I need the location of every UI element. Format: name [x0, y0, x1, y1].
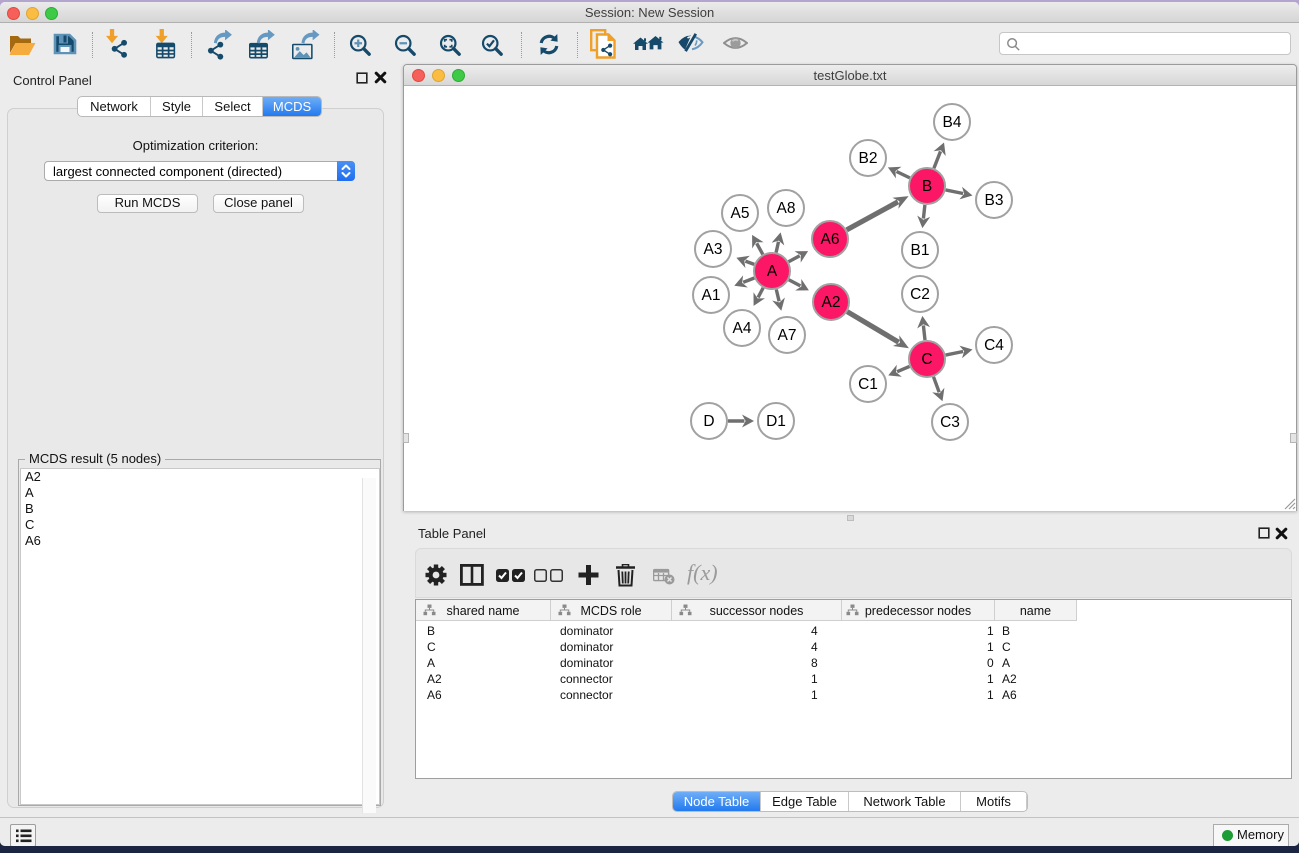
svg-text:D: D [703, 413, 714, 430]
svg-text:A5: A5 [731, 205, 750, 222]
svg-text:C1: C1 [858, 376, 878, 393]
svg-text:A1: A1 [702, 287, 721, 304]
svg-text:A4: A4 [733, 320, 752, 337]
svg-text:C: C [921, 351, 932, 368]
svg-text:D1: D1 [766, 413, 786, 430]
svg-text:C4: C4 [984, 337, 1004, 354]
svg-text:f(x): f(x) [687, 561, 718, 585]
svg-text:C2: C2 [910, 286, 930, 303]
svg-text:B2: B2 [859, 150, 878, 167]
svg-text:B: B [922, 178, 932, 195]
svg-text:A: A [767, 263, 778, 280]
svg-text:B3: B3 [985, 192, 1004, 209]
svg-text:A7: A7 [778, 327, 797, 344]
svg-text:A6: A6 [821, 231, 840, 248]
svg-text:A3: A3 [704, 241, 723, 258]
svg-text:B1: B1 [911, 242, 930, 259]
svg-text:A8: A8 [777, 200, 796, 217]
svg-text:A2: A2 [822, 294, 841, 311]
svg-text:C3: C3 [940, 414, 960, 431]
svg-text:B4: B4 [943, 114, 962, 131]
